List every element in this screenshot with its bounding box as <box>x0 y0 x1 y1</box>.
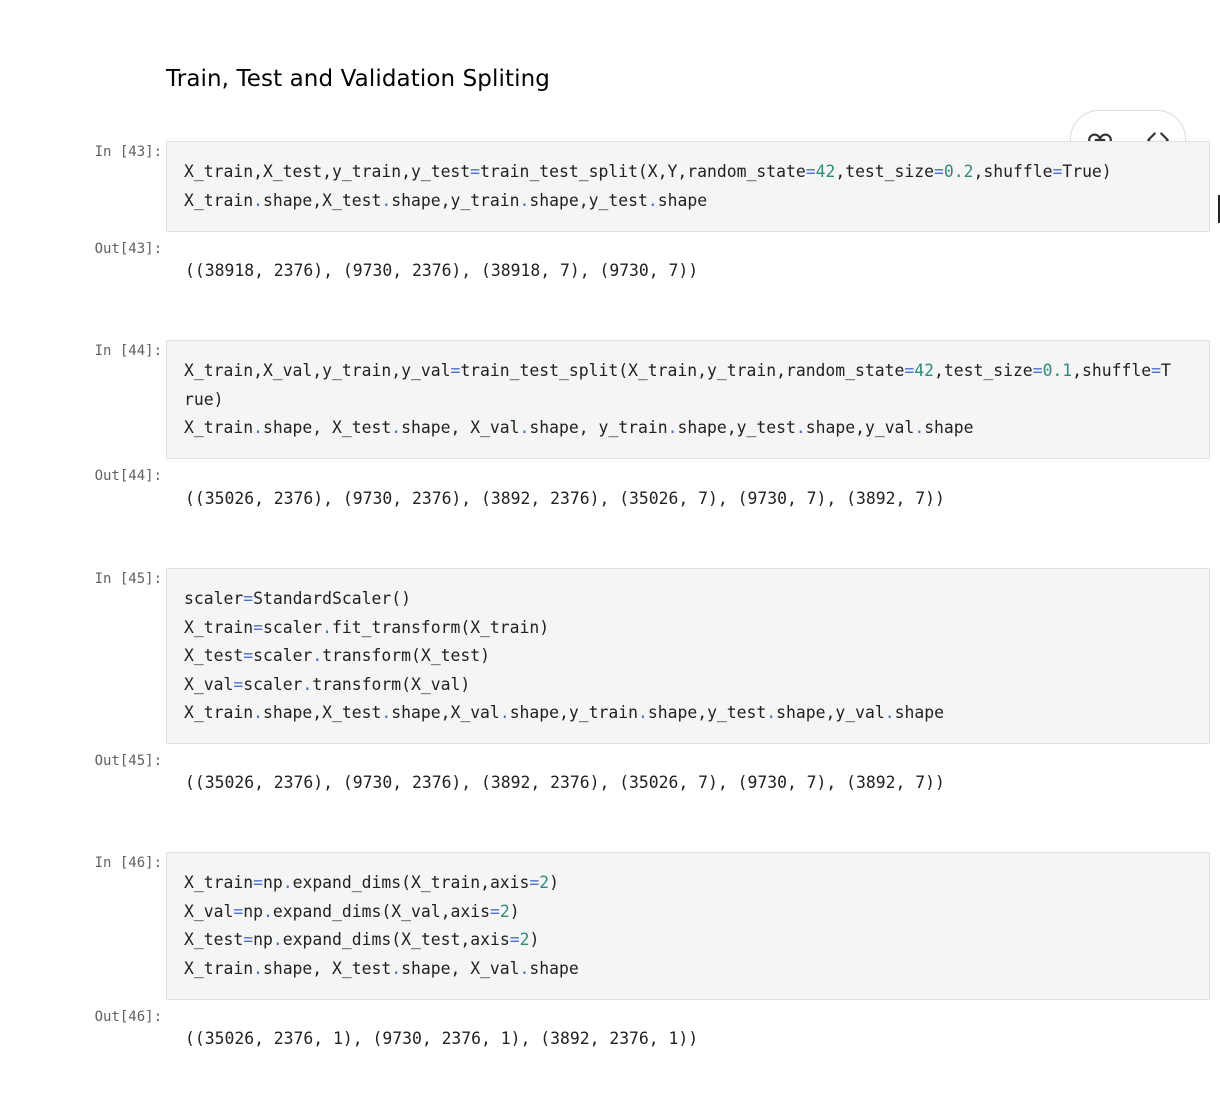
out-prompt: Out[45]: <box>94 753 162 769</box>
code-line: X_train=scaler.fit_transform(X_train) <box>184 617 550 637</box>
code-editor[interactable]: X_train,X_test,y_train,y_test=train_test… <box>166 141 1210 232</box>
out-prompt: Out[46]: <box>94 1009 162 1025</box>
in-prompt: In [44]: <box>94 343 162 359</box>
code-line: X_test=np.expand_dims(X_test,axis=2) <box>184 930 540 950</box>
code-line: X_train.shape,X_test.shape,X_val.shape,y… <box>184 703 944 723</box>
code-line: scaler=StandardScaler() <box>184 589 411 608</box>
code-block: X_train=np.expand_dims(X_train,axis=2) X_… <box>167 853 1209 983</box>
code-line: X_val=scaler.transform(X_val) <box>184 674 471 694</box>
in-prompt: In [46]: <box>94 855 162 871</box>
code-block: X_train,X_test,y_train,y_test=train_test… <box>167 142 1209 215</box>
code-line: X_val=np.expand_dims(X_val,axis=2) <box>184 901 520 921</box>
section-heading: Train, Test and Validation Spliting <box>166 66 550 92</box>
in-prompt: In [45]: <box>94 571 162 587</box>
code-line: X_train,X_test,y_train,y_test=train_test… <box>184 162 1112 181</box>
cell-output: ((35026, 2376, 1), (9730, 2376, 1), (389… <box>185 1029 699 1048</box>
out-prompt: Out[44]: <box>94 468 162 484</box>
cell-output: ((38918, 2376), (9730, 2376), (38918, 7)… <box>185 261 699 280</box>
code-line: rue) <box>184 389 224 409</box>
in-prompt: In [43]: <box>94 144 162 160</box>
code-line: X_train.shape, X_test.shape, X_val.shape… <box>184 418 974 438</box>
code-line: X_train,X_val,y_train,y_val=train_test_s… <box>184 361 1171 380</box>
cell-output: ((35026, 2376), (9730, 2376), (3892, 237… <box>185 773 945 792</box>
code-line: X_train=np.expand_dims(X_train,axis=2) <box>184 873 560 892</box>
code-line: X_train.shape, X_test.shape, X_val.shape <box>184 958 579 978</box>
out-prompt: Out[43]: <box>94 241 162 257</box>
code-editor[interactable]: X_train=np.expand_dims(X_train,axis=2) X_… <box>166 852 1210 1000</box>
cell-output: ((35026, 2376), (9730, 2376), (3892, 237… <box>185 489 945 508</box>
code-block: scaler=StandardScaler() X_train=scaler.fi… <box>167 569 1209 728</box>
code-line: X_train.shape,X_test.shape,y_train.shape… <box>184 190 708 210</box>
code-line: X_test=scaler.transform(X_test) <box>184 646 490 666</box>
code-editor[interactable]: X_train,X_val,y_train,y_val=train_test_s… <box>166 340 1210 459</box>
code-block: X_train,X_val,y_train,y_val=train_test_s… <box>167 341 1209 443</box>
code-editor[interactable]: scaler=StandardScaler() X_train=scaler.fi… <box>166 568 1210 744</box>
